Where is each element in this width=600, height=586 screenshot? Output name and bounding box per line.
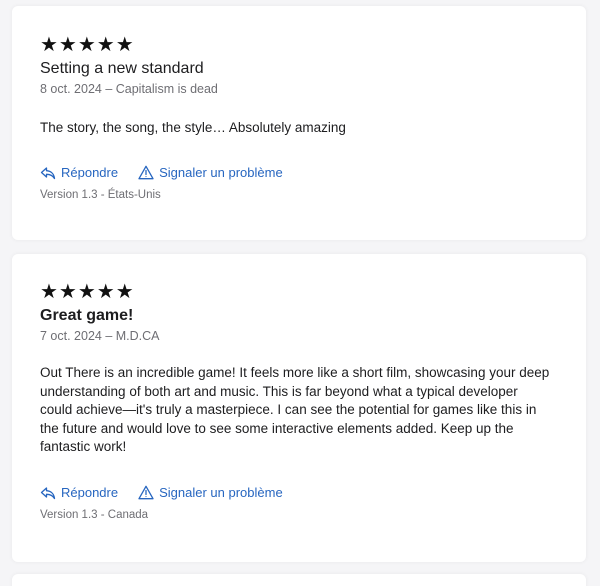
review-actions: Répondre Signaler un problème xyxy=(40,164,558,182)
reply-label: Répondre xyxy=(61,164,119,180)
review-meta: 8 oct. 2024 – Capitalism is dead xyxy=(40,82,218,96)
review-card: ★★★★★ Setting a new standard 8 oct. 2024… xyxy=(12,6,586,240)
star-rating: ★★★★★ xyxy=(40,32,135,56)
review-body: The story, the song, the style… Absolute… xyxy=(40,120,346,135)
reply-icon xyxy=(40,166,56,179)
warning-icon xyxy=(138,165,154,180)
review-card: ★★★★★ Great game! 7 oct. 2024 – M.D.CA O… xyxy=(12,254,586,562)
reply-label: Répondre xyxy=(61,484,119,500)
review-body: Out There is an incredible game! It feel… xyxy=(40,365,550,454)
review-actions: Répondre Signaler un problème xyxy=(40,484,558,502)
report-problem-button[interactable]: Signaler un problème xyxy=(138,484,283,502)
reply-button[interactable]: Répondre xyxy=(40,164,118,182)
review-card-partial xyxy=(12,574,586,586)
review-meta: 7 oct. 2024 – M.D.CA xyxy=(40,329,160,343)
report-problem-button[interactable]: Signaler un problème xyxy=(138,164,283,182)
review-title: Setting a new standard xyxy=(40,60,204,77)
warning-icon xyxy=(138,485,154,500)
star-rating: ★★★★★ xyxy=(40,279,135,303)
reply-button[interactable]: Répondre xyxy=(40,484,118,502)
review-title: Great game! xyxy=(40,307,134,324)
report-label: Signaler un problème xyxy=(159,164,283,180)
report-label: Signaler un problème xyxy=(159,484,283,500)
review-version: Version 1.3 - Canada xyxy=(40,508,149,521)
reply-icon xyxy=(40,486,56,499)
reviews-list: ★★★★★ Setting a new standard 8 oct. 2024… xyxy=(0,0,600,586)
review-version: Version 1.3 - États-Unis xyxy=(40,188,161,201)
